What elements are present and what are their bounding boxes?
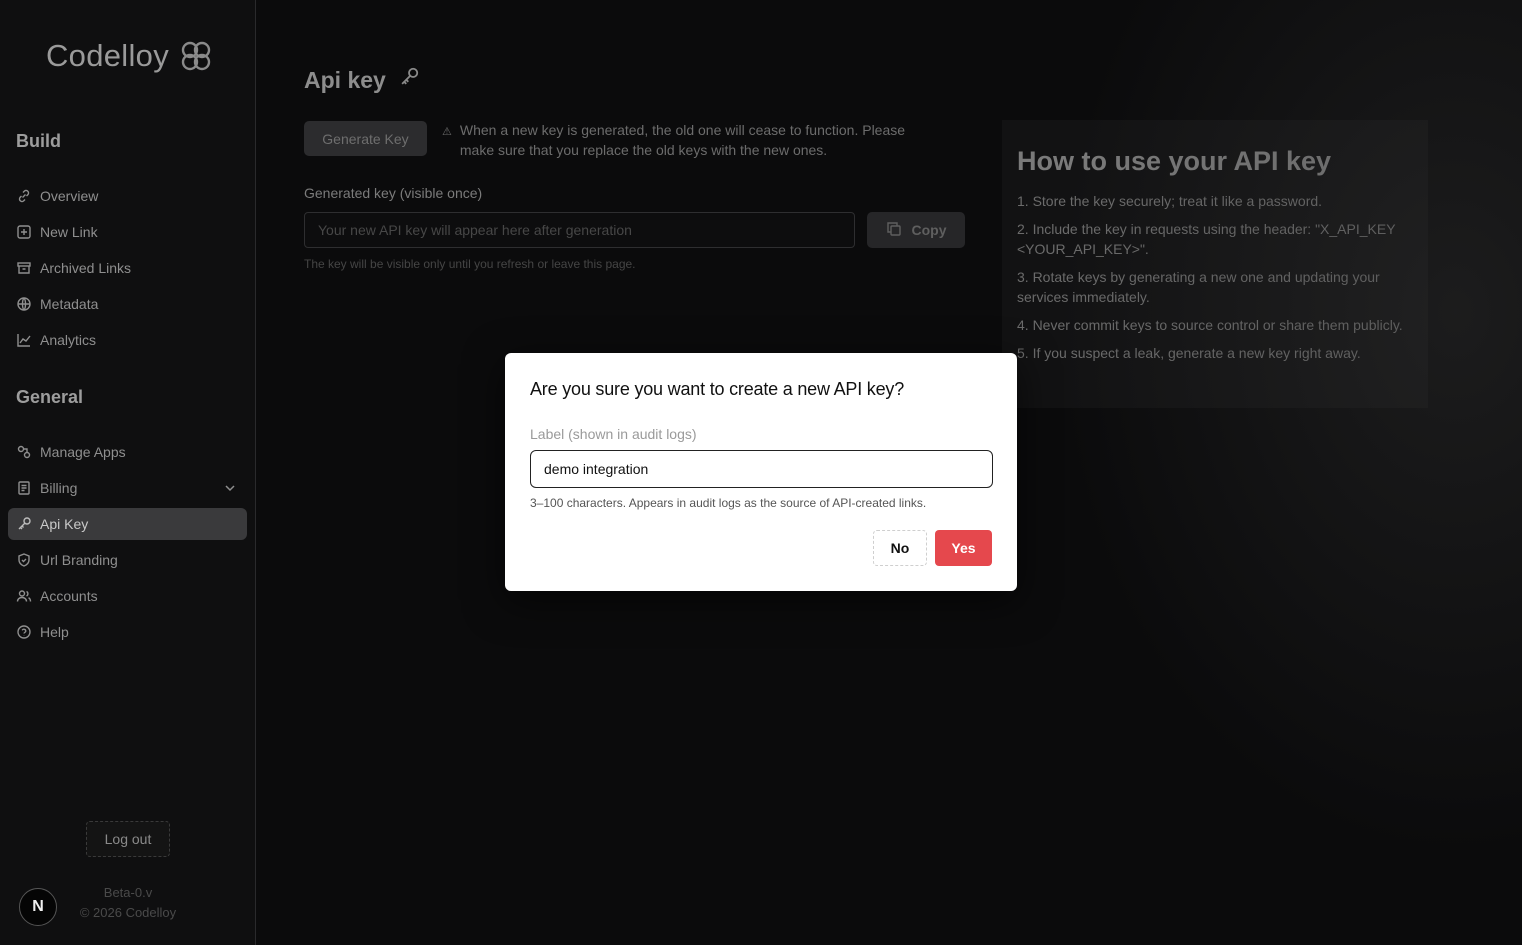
dialog-title: Are you sure you want to create a new AP… xyxy=(530,379,905,399)
label-input[interactable] xyxy=(530,450,993,488)
label-field-help: 3–100 characters. Appears in audit logs … xyxy=(530,496,927,510)
no-button[interactable]: No xyxy=(873,530,927,566)
confirm-dialog: Are you sure you want to create a new AP… xyxy=(505,353,1017,591)
modal-overlay[interactable]: Are you sure you want to create a new AP… xyxy=(0,0,1522,945)
label-field-label: Label (shown in audit logs) xyxy=(530,426,697,442)
yes-button[interactable]: Yes xyxy=(935,530,992,566)
dialog-actions: No Yes xyxy=(873,530,992,566)
